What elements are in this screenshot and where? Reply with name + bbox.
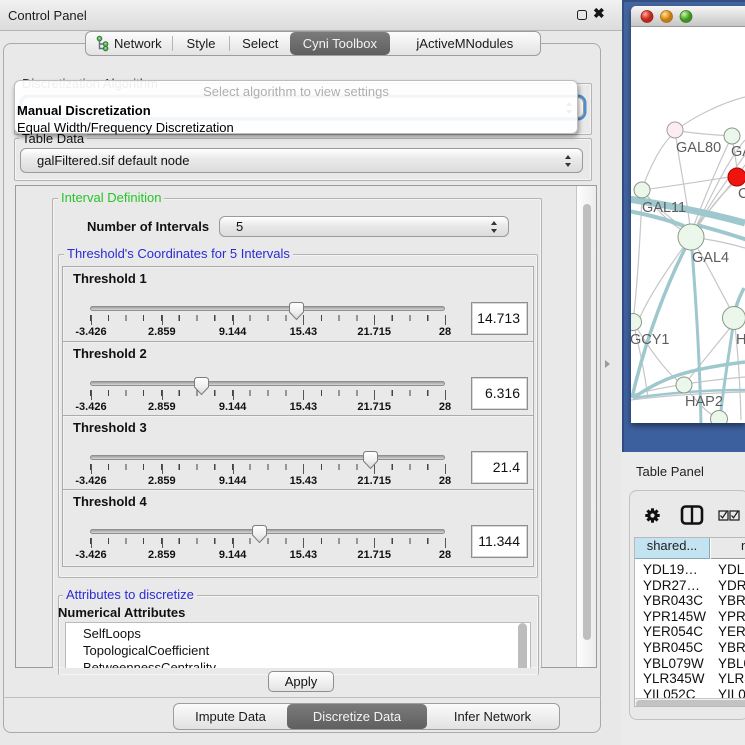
svg-text:C: C — [738, 186, 745, 202]
svg-text:HAP2: HAP2 — [685, 394, 723, 410]
svg-text:GCY1: GCY1 — [631, 332, 670, 348]
svg-text:H: H — [736, 332, 745, 348]
svg-text:GAL4: GAL4 — [692, 250, 729, 266]
svg-text:GA: GA — [731, 144, 745, 160]
svg-text:GAL11: GAL11 — [642, 200, 686, 216]
svg-text:GAL80: GAL80 — [676, 140, 721, 156]
